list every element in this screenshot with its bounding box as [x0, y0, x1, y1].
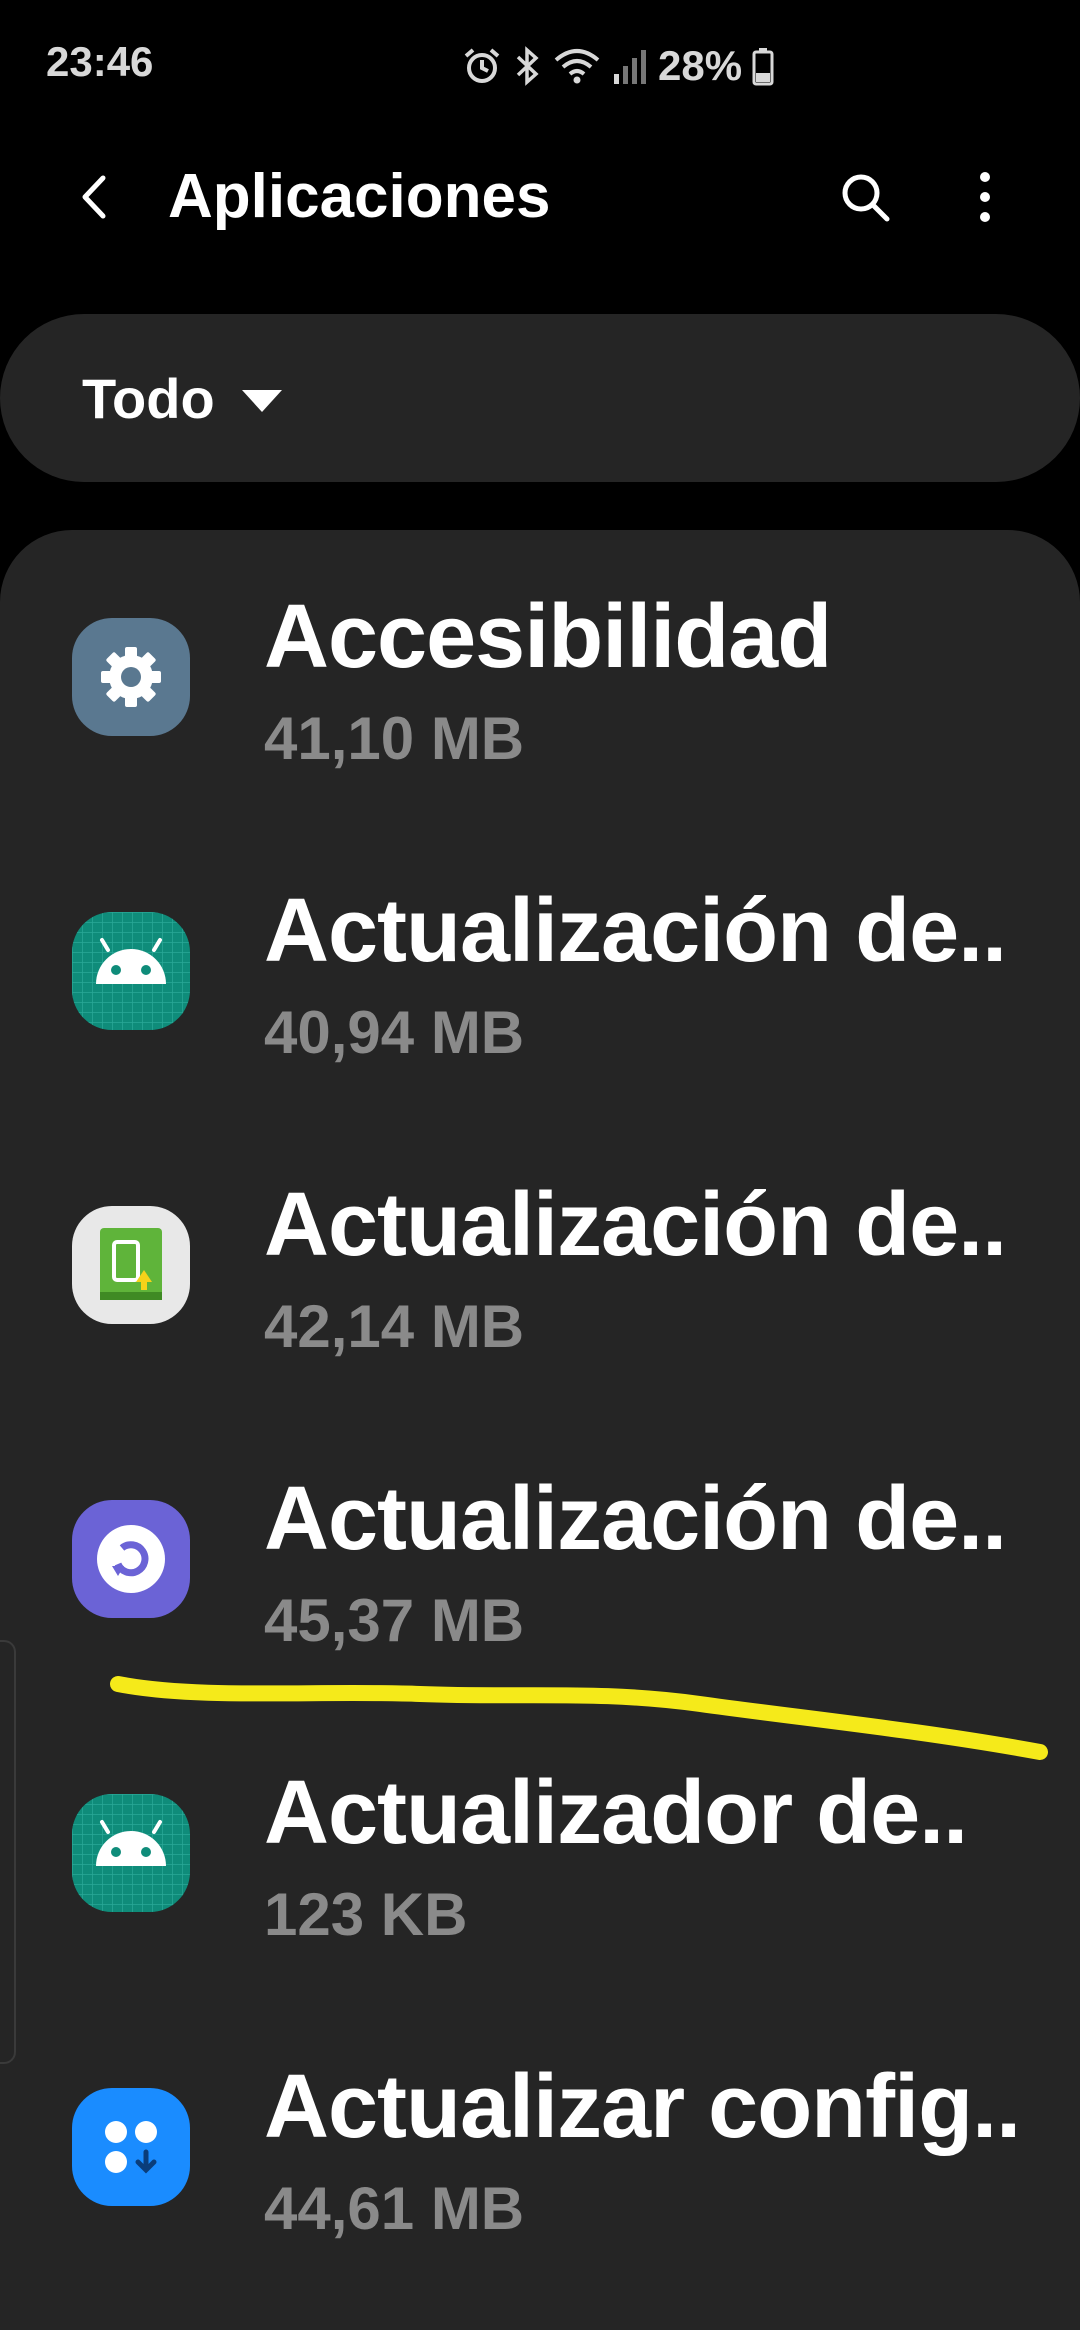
more-options-button[interactable] — [950, 162, 1020, 232]
app-size: 123 KB — [264, 1881, 468, 1948]
app-name: Actualizar config.. — [264, 2057, 1021, 2157]
list-item[interactable]: Actualización de.. 42,14 MB — [0, 1118, 1080, 1412]
app-name: Accesibilidad — [264, 587, 832, 687]
gear-icon — [72, 618, 190, 736]
app-name: Actualización de.. — [264, 1469, 1007, 1569]
wifi-icon — [552, 46, 602, 86]
app-size: 45,37 MB — [264, 1587, 525, 1654]
list-item[interactable]: Accesibilidad 41,10 MB — [0, 530, 1080, 824]
refresh-icon — [72, 1500, 190, 1618]
back-button[interactable] — [60, 162, 130, 232]
app-name: Actualización de.. — [264, 881, 1007, 981]
list-item[interactable]: Actualización de.. 45,37 MB — [0, 1412, 1080, 1706]
list-item[interactable]: Actualizar config.. 44,61 MB — [0, 2000, 1080, 2294]
app-name: Actualización de.. — [264, 1175, 1007, 1275]
search-button[interactable] — [830, 162, 900, 232]
battery-icon — [752, 46, 774, 86]
app-bar: Aplicaciones — [0, 140, 1080, 250]
signal-icon — [612, 46, 648, 86]
status-icons: 28% — [462, 36, 774, 96]
config-download-icon — [72, 2088, 190, 2206]
android-icon — [72, 1794, 190, 1912]
app-size: 41,10 MB — [264, 705, 525, 772]
search-icon — [842, 174, 890, 222]
filter-dropdown[interactable]: Todo — [0, 314, 1080, 482]
page-title: Aplicaciones — [168, 162, 551, 231]
app-size: 42,14 MB — [264, 1293, 525, 1360]
app-name: Actualizador de.. — [264, 1763, 968, 1863]
status-time: 23:46 — [46, 38, 154, 85]
list-item[interactable]: Actualización de.. 40,94 MB — [0, 824, 1080, 1118]
more-vert-icon — [980, 172, 990, 222]
back-arrow-icon — [82, 175, 106, 219]
list-item[interactable]: Actualizador de.. 123 KB — [0, 1706, 1080, 2000]
package-update-icon — [72, 1206, 190, 1324]
filter-selected-value: Todo — [82, 367, 215, 430]
battery-percent: 28% — [658, 42, 743, 89]
status-bar: 23:46 28% — [0, 0, 1080, 130]
edge-panel-handle[interactable] — [0, 1640, 16, 2064]
android-icon — [72, 912, 190, 1030]
alarm-icon — [462, 46, 502, 86]
app-size: 40,94 MB — [264, 999, 525, 1066]
app-size: 44,61 MB — [264, 2175, 525, 2242]
bluetooth-icon — [512, 46, 542, 86]
dropdown-caret-icon — [242, 390, 282, 412]
